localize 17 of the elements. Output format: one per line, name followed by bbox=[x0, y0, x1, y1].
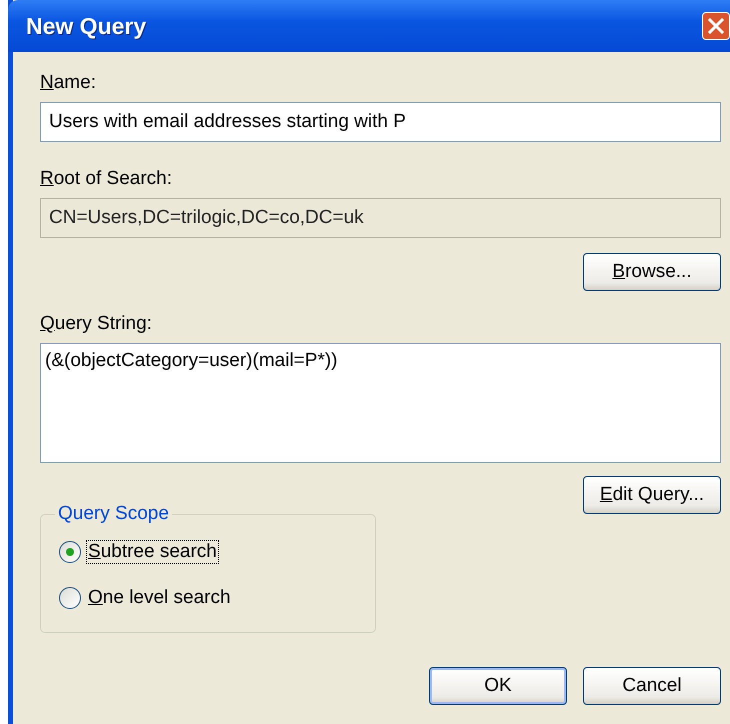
ok-button[interactable]: OK bbox=[429, 667, 567, 705]
radio-label[interactable]: One level search bbox=[86, 586, 233, 610]
query-string-field[interactable]: (&(objectCategory=user)(mail=P*)) bbox=[40, 343, 721, 463]
field-label: Query String: bbox=[40, 313, 153, 335]
field-label: Root of Search: bbox=[40, 168, 174, 190]
radio-button[interactable] bbox=[59, 587, 81, 609]
cancel-button[interactable]: Cancel bbox=[583, 667, 721, 705]
group-title: Query Scope bbox=[57, 503, 170, 525]
close-icon bbox=[707, 17, 725, 35]
name-field[interactable]: Users with email addresses starting with P bbox=[40, 102, 721, 142]
close-button[interactable] bbox=[702, 12, 730, 40]
window-title: New Query bbox=[26, 12, 146, 40]
radio-button[interactable] bbox=[59, 541, 81, 563]
edit-query-button[interactable]: Edit Query... bbox=[583, 476, 721, 514]
browse-button[interactable]: Browse... bbox=[583, 253, 721, 291]
field-label: Name: bbox=[40, 72, 97, 94]
radio-label[interactable]: Subtree search bbox=[86, 540, 219, 564]
